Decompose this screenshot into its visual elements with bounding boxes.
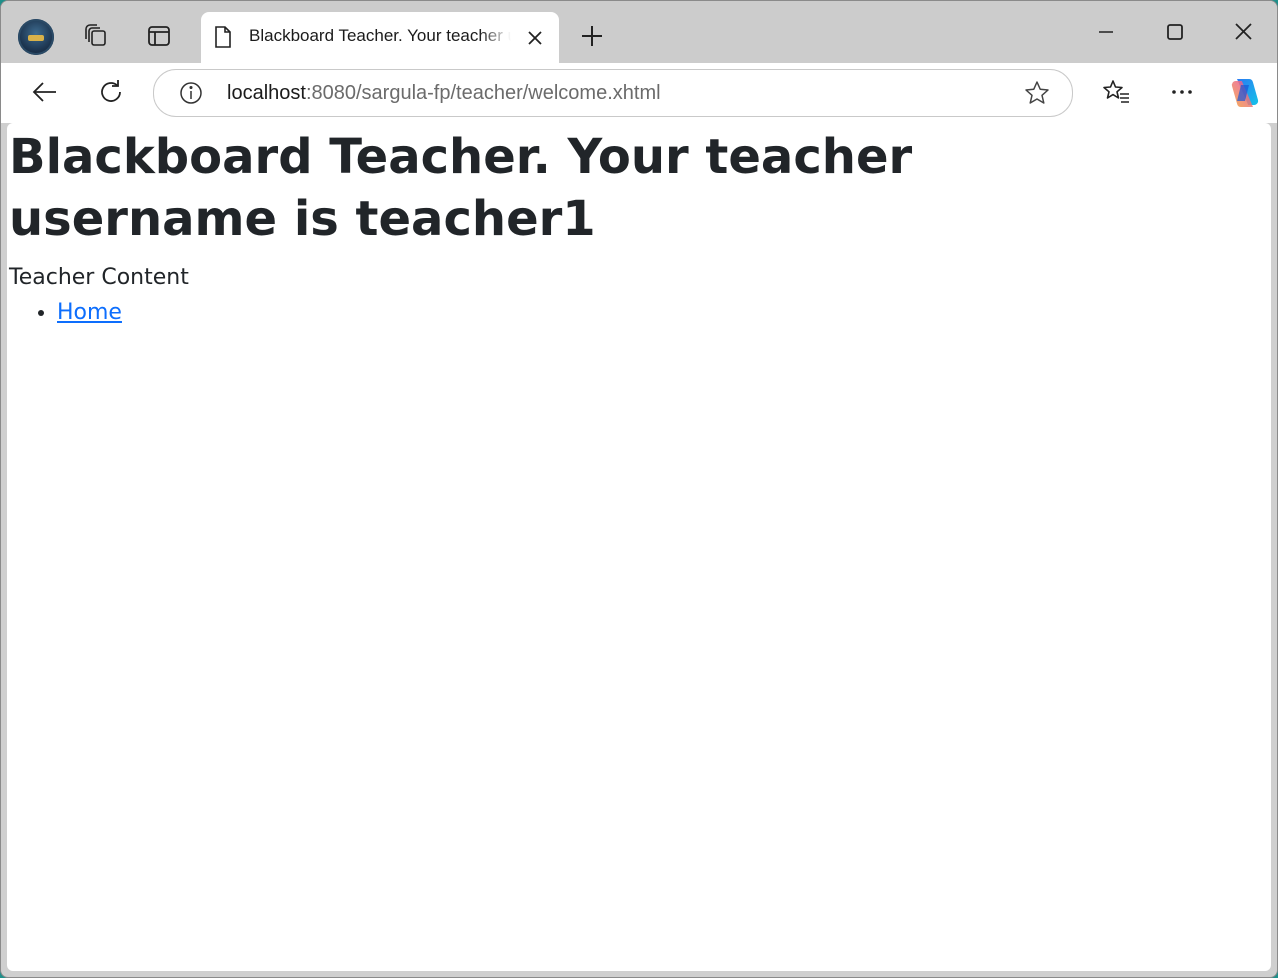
copilot-icon[interactable] — [1227, 76, 1263, 110]
tab-close-icon[interactable] — [525, 28, 545, 48]
refresh-icon[interactable] — [96, 77, 126, 107]
url-path: :8080/sargula-fp/teacher/welcome.xhtml — [305, 82, 661, 104]
page-viewport: Blackboard Teacher. Your teacher usernam… — [7, 123, 1271, 971]
url-text[interactable]: localhost:8080/sargula-fp/teacher/welcom… — [227, 82, 661, 105]
url-host: localhost — [227, 82, 306, 104]
home-link[interactable]: Home — [57, 300, 122, 325]
new-tab-plus-icon[interactable] — [579, 23, 605, 49]
profile-avatar[interactable] — [18, 19, 54, 55]
minimize-icon[interactable] — [1091, 17, 1121, 47]
tab-title: Blackboard Teacher. Your teacher usernam… — [249, 26, 511, 45]
page-title: Blackboard Teacher. Your teacher usernam… — [9, 129, 913, 247]
tab-active[interactable]: Blackboard Teacher. Your teacher usernam… — [201, 12, 559, 63]
workspaces-icon[interactable] — [83, 23, 109, 49]
nav-list: Home — [9, 297, 122, 329]
page-icon — [213, 25, 233, 49]
browser-window: Blackboard Teacher. Your teacher usernam… — [0, 0, 1278, 978]
favorites-icon[interactable] — [1102, 77, 1132, 107]
title-bar: Blackboard Teacher. Your teacher usernam… — [1, 1, 1277, 63]
browser-toolbar: localhost:8080/sargula-fp/teacher/welcom… — [1, 63, 1277, 123]
close-window-icon[interactable] — [1229, 17, 1259, 47]
address-bar[interactable]: localhost:8080/sargula-fp/teacher/welcom… — [153, 69, 1073, 117]
teacher-content-label: Teacher Content — [9, 265, 189, 290]
vertical-tabs-icon[interactable] — [146, 23, 172, 49]
info-icon[interactable] — [178, 80, 204, 106]
list-item: Home — [57, 297, 122, 329]
maximize-icon[interactable] — [1160, 17, 1190, 47]
back-arrow-icon[interactable] — [30, 77, 60, 107]
more-icon[interactable] — [1167, 77, 1197, 107]
star-icon[interactable] — [1024, 80, 1050, 106]
